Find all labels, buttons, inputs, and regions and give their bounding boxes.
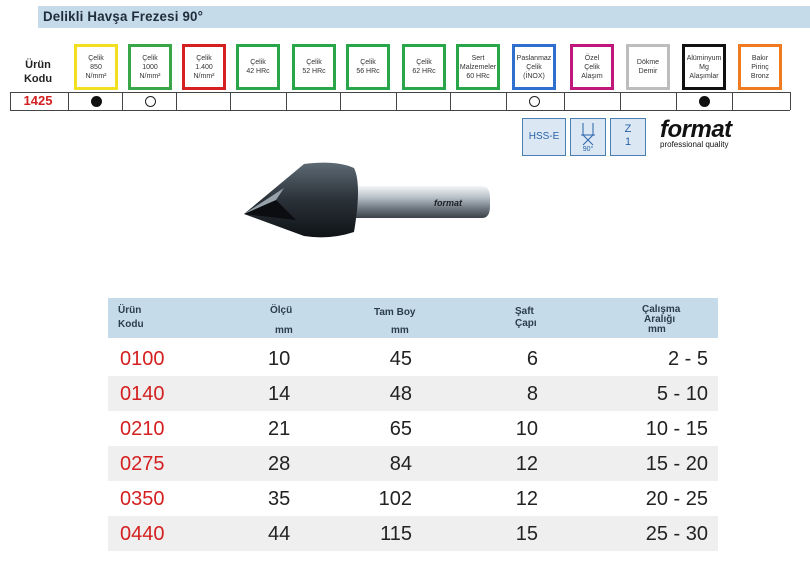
hss-badge: HSS-E (522, 118, 566, 156)
grid-col-line (620, 92, 621, 110)
title-bar: Delikli Havşa Frezesi 90° (34, 6, 810, 28)
row-size: 28 (268, 453, 291, 475)
hollow-dot-icon (529, 96, 540, 107)
grid-col-line (790, 92, 791, 110)
row-code: 0140 (120, 383, 165, 405)
grid-col-line (230, 92, 231, 110)
hollow-dot-icon (145, 96, 156, 107)
row-size: 10 (268, 348, 291, 370)
row-range: 15 - 20 (645, 453, 708, 475)
table-row: 0140 14 48 8 5 - 10 (108, 376, 718, 411)
row-shaft: 12 (515, 453, 538, 475)
angle-badge: 90° (570, 118, 606, 156)
material-box: Çelik 62 HRc (402, 44, 446, 90)
grid-col-line (396, 92, 397, 110)
material-box: Bakır Pirinç Bronz (738, 44, 782, 90)
grid-col-line (676, 92, 677, 110)
th-size-1: Ölçü (270, 305, 293, 316)
table-row: 0350 35 102 12 20 - 25 (108, 481, 718, 516)
material-box: Paslanmaz Çelik (İNOX) (512, 44, 556, 90)
grid-row-line (10, 92, 790, 93)
row-size: 21 (268, 418, 291, 440)
grid-header: Ürün Kodu (10, 58, 66, 86)
material-box: Çelik 850 N/mm² (74, 44, 118, 90)
th-shaft-1: Şaft (515, 306, 534, 317)
filled-dot-icon (91, 96, 102, 107)
th-code-1: Ürün (118, 305, 142, 316)
row-code: 0275 (120, 453, 165, 475)
row-length: 115 (380, 523, 412, 545)
flute-count: 1 (624, 136, 632, 148)
material-box: Alüminyum Mg Alaşımlar (682, 44, 726, 90)
grid-header-line1: Ürün (25, 59, 51, 71)
grid-col-line (286, 92, 287, 110)
grid-col-line (122, 92, 123, 110)
row-range: 20 - 25 (645, 488, 708, 510)
countersink-tool-illustration: format (244, 162, 490, 238)
row-size: 35 (268, 488, 291, 510)
grid-col-line (732, 92, 733, 110)
row-range: 10 - 15 (645, 418, 708, 440)
grid-header-line2: Kodu (23, 73, 53, 85)
row-length: 48 (389, 383, 412, 405)
material-box: Çelik 52 HRc (292, 44, 336, 90)
grid-row-line (10, 110, 790, 111)
row-range: 2 - 5 (667, 348, 708, 370)
row-shaft: 15 (515, 523, 538, 545)
grid-col-line (564, 92, 565, 110)
tool-engraving: format (434, 198, 463, 208)
row-length: 45 (389, 348, 412, 370)
row-range: 5 - 10 (656, 383, 708, 405)
grid-col-line (176, 92, 177, 110)
row-size: 14 (268, 383, 291, 405)
grid-col-line (506, 92, 507, 110)
row-shaft: 6 (526, 348, 538, 370)
product-code: 1425 (23, 93, 53, 108)
table-header: Ürün Kodu Ölçü mm Tam Boy mm Şaft Çapı Ç… (108, 298, 718, 338)
material-box: Sert Malzemeler 60 HRc (456, 44, 500, 90)
row-code: 0100 (120, 348, 165, 370)
flute-badge: Z 1 (610, 118, 646, 156)
row-shaft: 8 (526, 383, 538, 405)
row-length: 65 (389, 418, 412, 440)
material-box: Çelik 1.400 N/mm² (182, 44, 226, 90)
table-row: 0210 21 65 10 10 - 15 (108, 411, 718, 446)
row-shaft: 12 (515, 488, 538, 510)
row-size: 44 (268, 523, 291, 545)
hss-label: HSS-E (528, 131, 560, 142)
material-box: Çelik 42 HRc (236, 44, 280, 90)
row-code: 0440 (120, 523, 165, 545)
filled-dot-icon (699, 96, 710, 107)
table-row: 0100 10 45 6 2 - 5 (108, 341, 718, 376)
th-code-2: Kodu (118, 319, 144, 330)
table-row: 0440 44 115 15 25 - 30 (108, 516, 718, 551)
grid-col-line (68, 92, 69, 110)
th-range-3: mm (648, 324, 666, 335)
material-box: Çelik 1000 N/mm² (128, 44, 172, 90)
th-len-2: mm (391, 325, 409, 336)
row-length: 102 (378, 488, 412, 510)
flute-z: Z (624, 123, 632, 135)
page-title: Delikli Havşa Frezesi 90° (43, 8, 204, 24)
th-size-2: mm (275, 325, 293, 336)
grid-col-line (450, 92, 451, 110)
material-box: Çelik 56 HRc (346, 44, 390, 90)
material-box: Dökme Demir (626, 44, 670, 90)
row-code: 0350 (120, 488, 165, 510)
th-shaft-2: Çapı (515, 318, 537, 329)
row-shaft: 10 (515, 418, 538, 440)
angle-label: 90° (582, 146, 594, 153)
material-box: Özel Çelik Alaşım (570, 44, 614, 90)
th-len-1: Tam Boy (374, 307, 416, 318)
row-range: 25 - 30 (645, 523, 708, 545)
countersink-angle-icon (581, 123, 595, 146)
row-length: 84 (389, 453, 412, 475)
table-row: 0275 28 84 12 15 - 20 (108, 446, 718, 481)
logo-tagline: professional quality (660, 140, 729, 149)
row-code: 0210 (120, 418, 165, 440)
grid-col-line (340, 92, 341, 110)
